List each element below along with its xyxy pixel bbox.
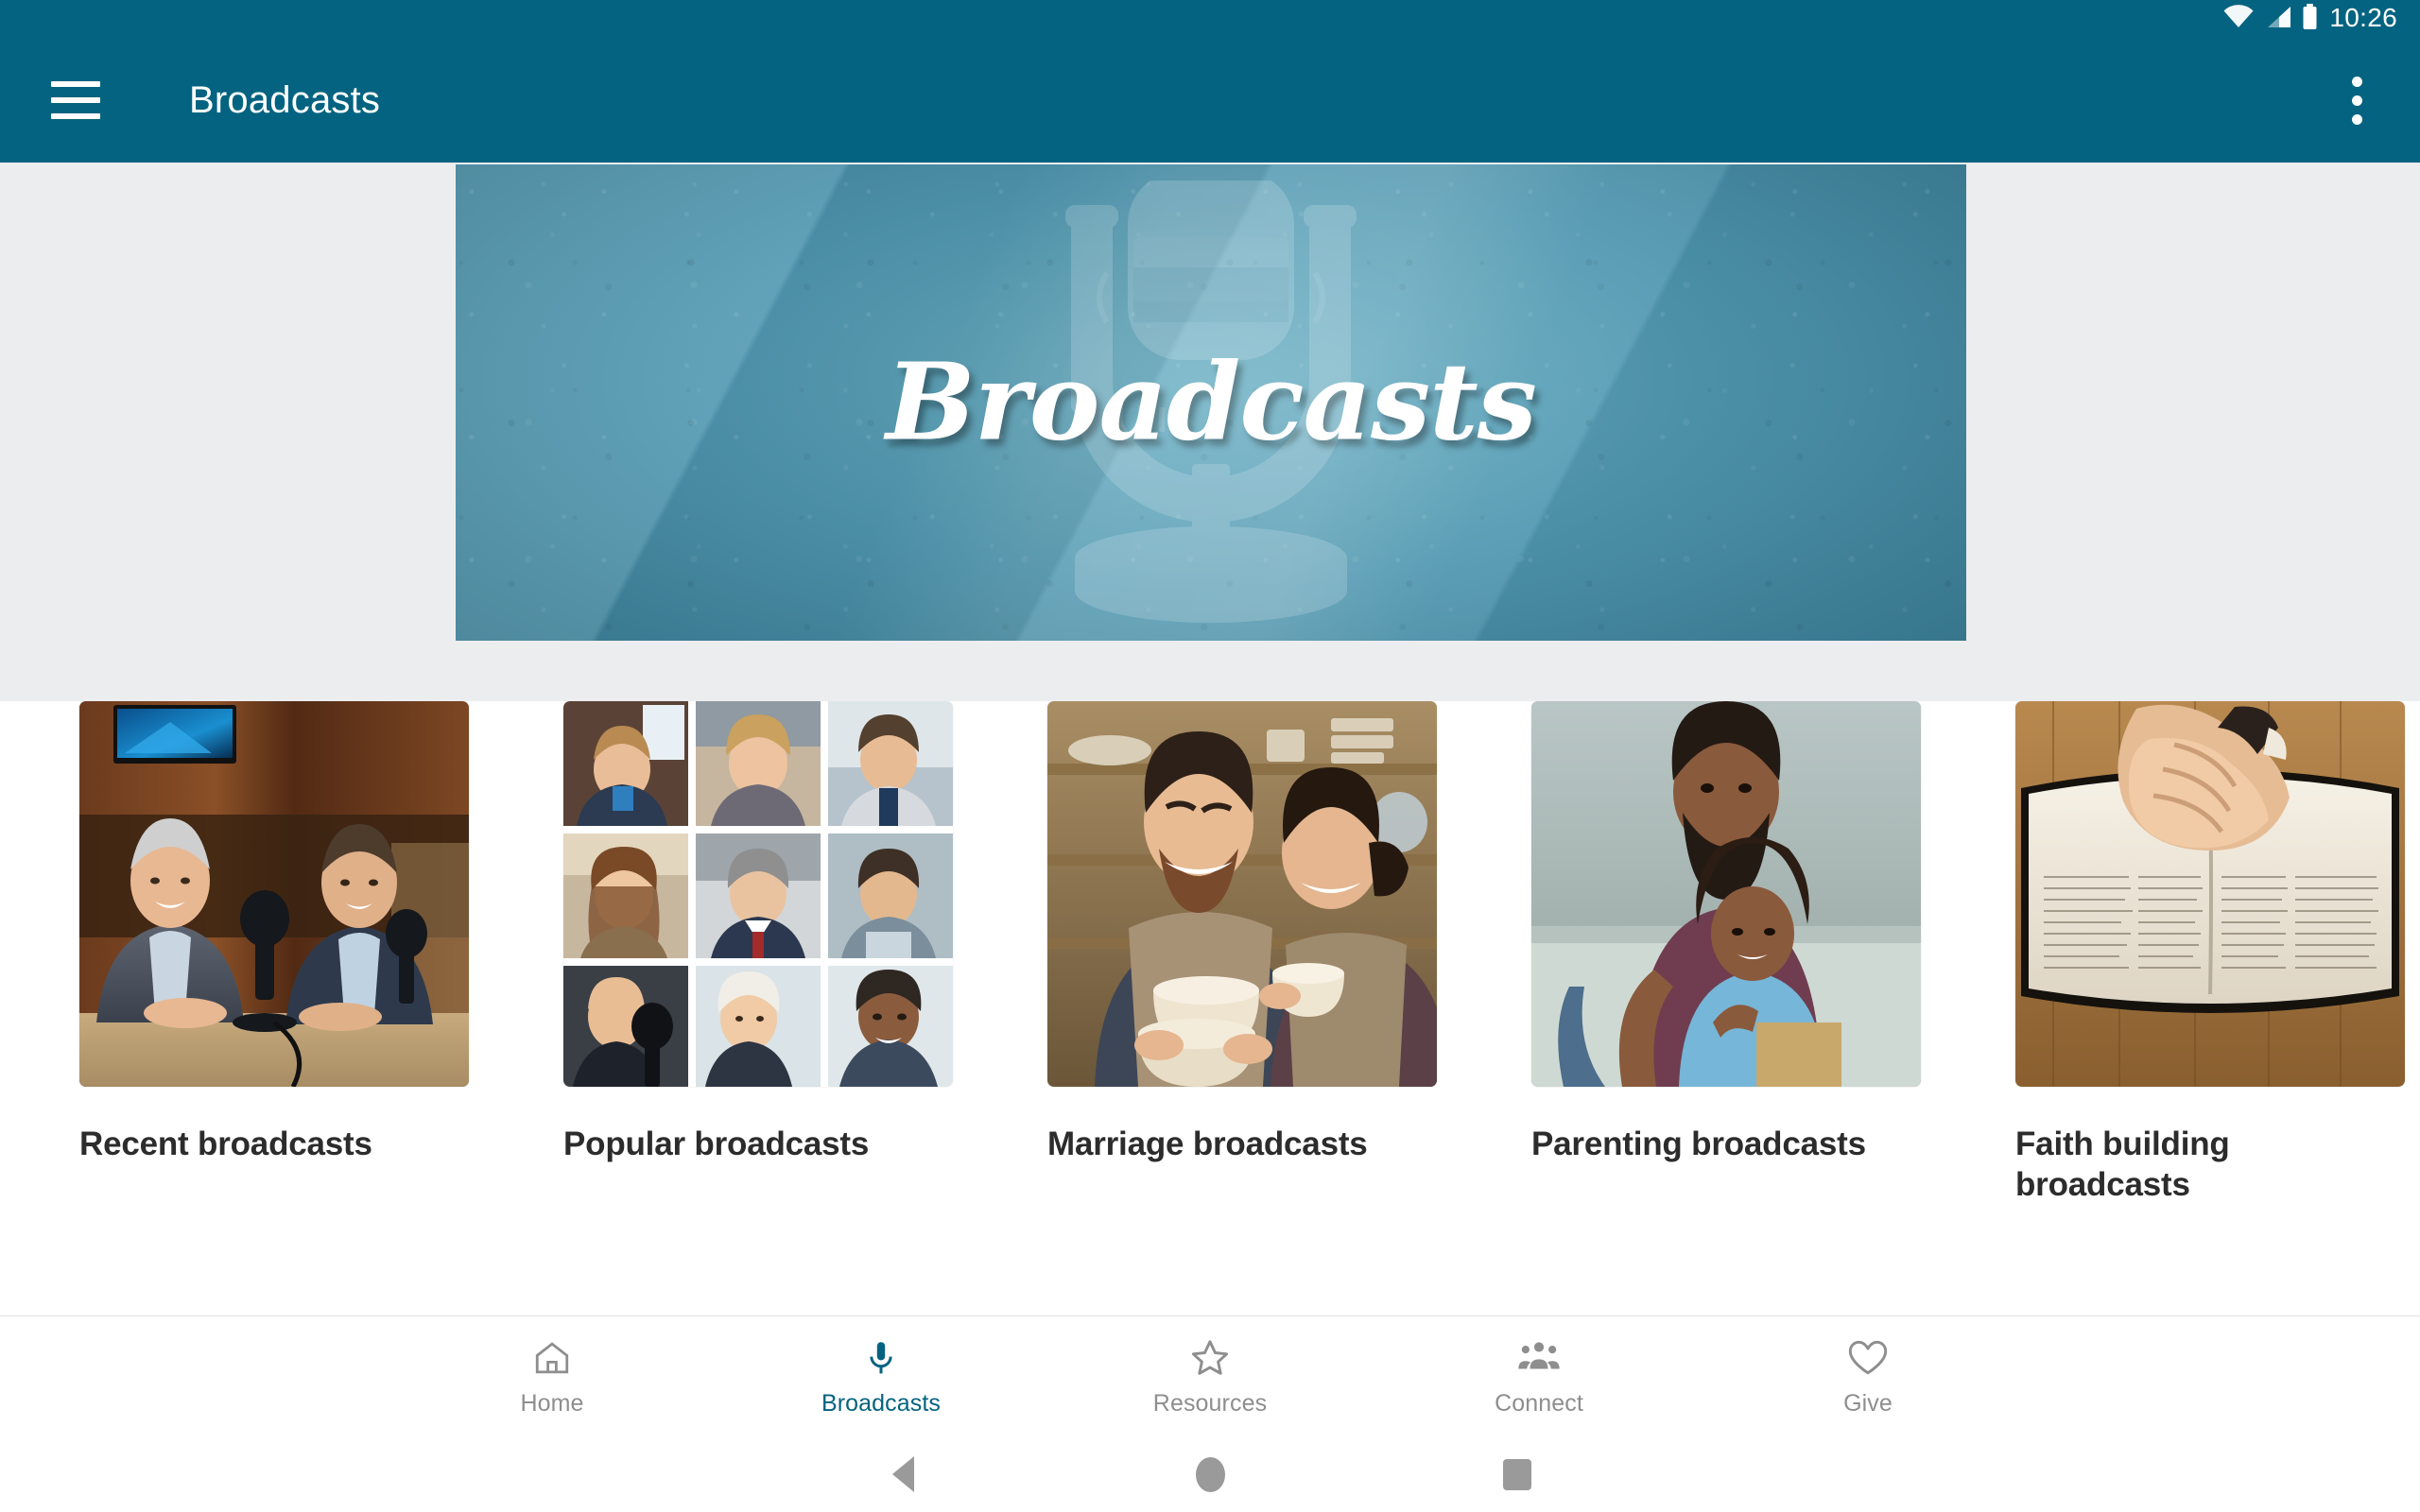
nav-label-resources: Resources — [1152, 1390, 1268, 1417]
home-circle-icon[interactable] — [1153, 1446, 1267, 1503]
app-bar: Broadcasts — [0, 38, 2420, 163]
broadcast-category-label: Popular broadcasts — [563, 1125, 870, 1162]
cellular-signal-icon — [2264, 5, 2292, 34]
bottom-navigation-bar: Home Broadcasts Resources Connect Give — [0, 1315, 2420, 1436]
broadcast-category-card[interactable]: Parenting broadcasts — [1531, 701, 2015, 1165]
star-icon — [1189, 1335, 1231, 1381]
hero-banner[interactable]: Broadcasts — [456, 164, 1966, 641]
broadcast-category-card[interactable]: Popular broadcasts — [563, 701, 1047, 1165]
hamburger-line — [51, 97, 100, 103]
status-bar-icons — [2222, 3, 2318, 35]
overflow-menu-icon[interactable] — [2314, 58, 2399, 143]
broadcast-category-label: Parenting broadcasts — [1531, 1125, 1866, 1162]
praying-hands-on-bible-photo[interactable] — [2015, 701, 2405, 1087]
page-title: Broadcasts — [189, 78, 381, 121]
nav-item-resources[interactable]: Resources — [1046, 1335, 1374, 1418]
battery-icon — [2302, 3, 2318, 35]
nav-item-home[interactable]: Home — [388, 1335, 717, 1418]
home-icon — [532, 1335, 572, 1381]
nav-label-home: Home — [520, 1390, 584, 1417]
status-bar: 10:26 — [0, 0, 2420, 38]
heart-icon — [1847, 1335, 1889, 1381]
hero-title: Broadcasts — [886, 340, 1537, 465]
father-and-daughter-photo[interactable] — [1531, 701, 1921, 1087]
broadcast-category-card[interactable]: Marriage broadcasts — [1047, 701, 1531, 1165]
broadcast-category-label: Marriage broadcasts — [1047, 1125, 1368, 1162]
back-triangle-icon[interactable] — [846, 1446, 959, 1503]
hamburger-menu-icon[interactable] — [26, 51, 125, 149]
couple-pottery-studio-photo[interactable] — [1047, 701, 1437, 1087]
hamburger-line — [51, 81, 100, 87]
broadcast-category-label: Faith building broadcasts — [2015, 1125, 2230, 1203]
hamburger-line — [51, 113, 100, 119]
broadcast-category-label: Recent broadcasts — [79, 1125, 372, 1162]
home-circle-shape — [1195, 1456, 1225, 1492]
vintage-microphone-icon — [1022, 171, 1400, 625]
hero-section: Broadcasts — [0, 163, 2420, 701]
broadcast-category-card[interactable]: Recent broadcasts — [79, 701, 563, 1165]
status-bar-clock: 10:26 — [2329, 3, 2397, 32]
nav-item-connect[interactable]: Connect — [1374, 1335, 1703, 1418]
nav-item-give[interactable]: Give — [1703, 1335, 2032, 1418]
overflow-dot — [2351, 113, 2362, 125]
android-system-navigation — [0, 1436, 2420, 1512]
recents-square-icon[interactable] — [1461, 1446, 1574, 1503]
nav-item-broadcasts[interactable]: Broadcasts — [717, 1335, 1046, 1418]
recents-square-shape — [1503, 1458, 1531, 1490]
wifi-icon — [2222, 4, 2255, 34]
microphone-icon — [861, 1335, 901, 1381]
overflow-dot — [2351, 94, 2362, 106]
broadcast-category-card[interactable]: Faith building broadcasts — [2015, 701, 2420, 1205]
nav-label-connect: Connect — [1495, 1390, 1583, 1417]
overflow-dot — [2351, 76, 2362, 87]
broadcast-category-list[interactable]: Recent broadcasts Popular broadcasts Mar… — [0, 701, 2420, 1297]
two-men-podcast-studio-photo[interactable] — [79, 701, 469, 1087]
nav-label-give: Give — [1843, 1390, 1893, 1417]
people-icon — [1517, 1335, 1561, 1381]
nine-portrait-collage-photo[interactable] — [563, 701, 953, 1087]
nav-label-broadcasts: Broadcasts — [821, 1390, 942, 1417]
app-root: 10:26 Broadcasts Broadcasts Recent broad… — [0, 0, 2420, 1512]
back-triangle-shape — [891, 1456, 914, 1492]
